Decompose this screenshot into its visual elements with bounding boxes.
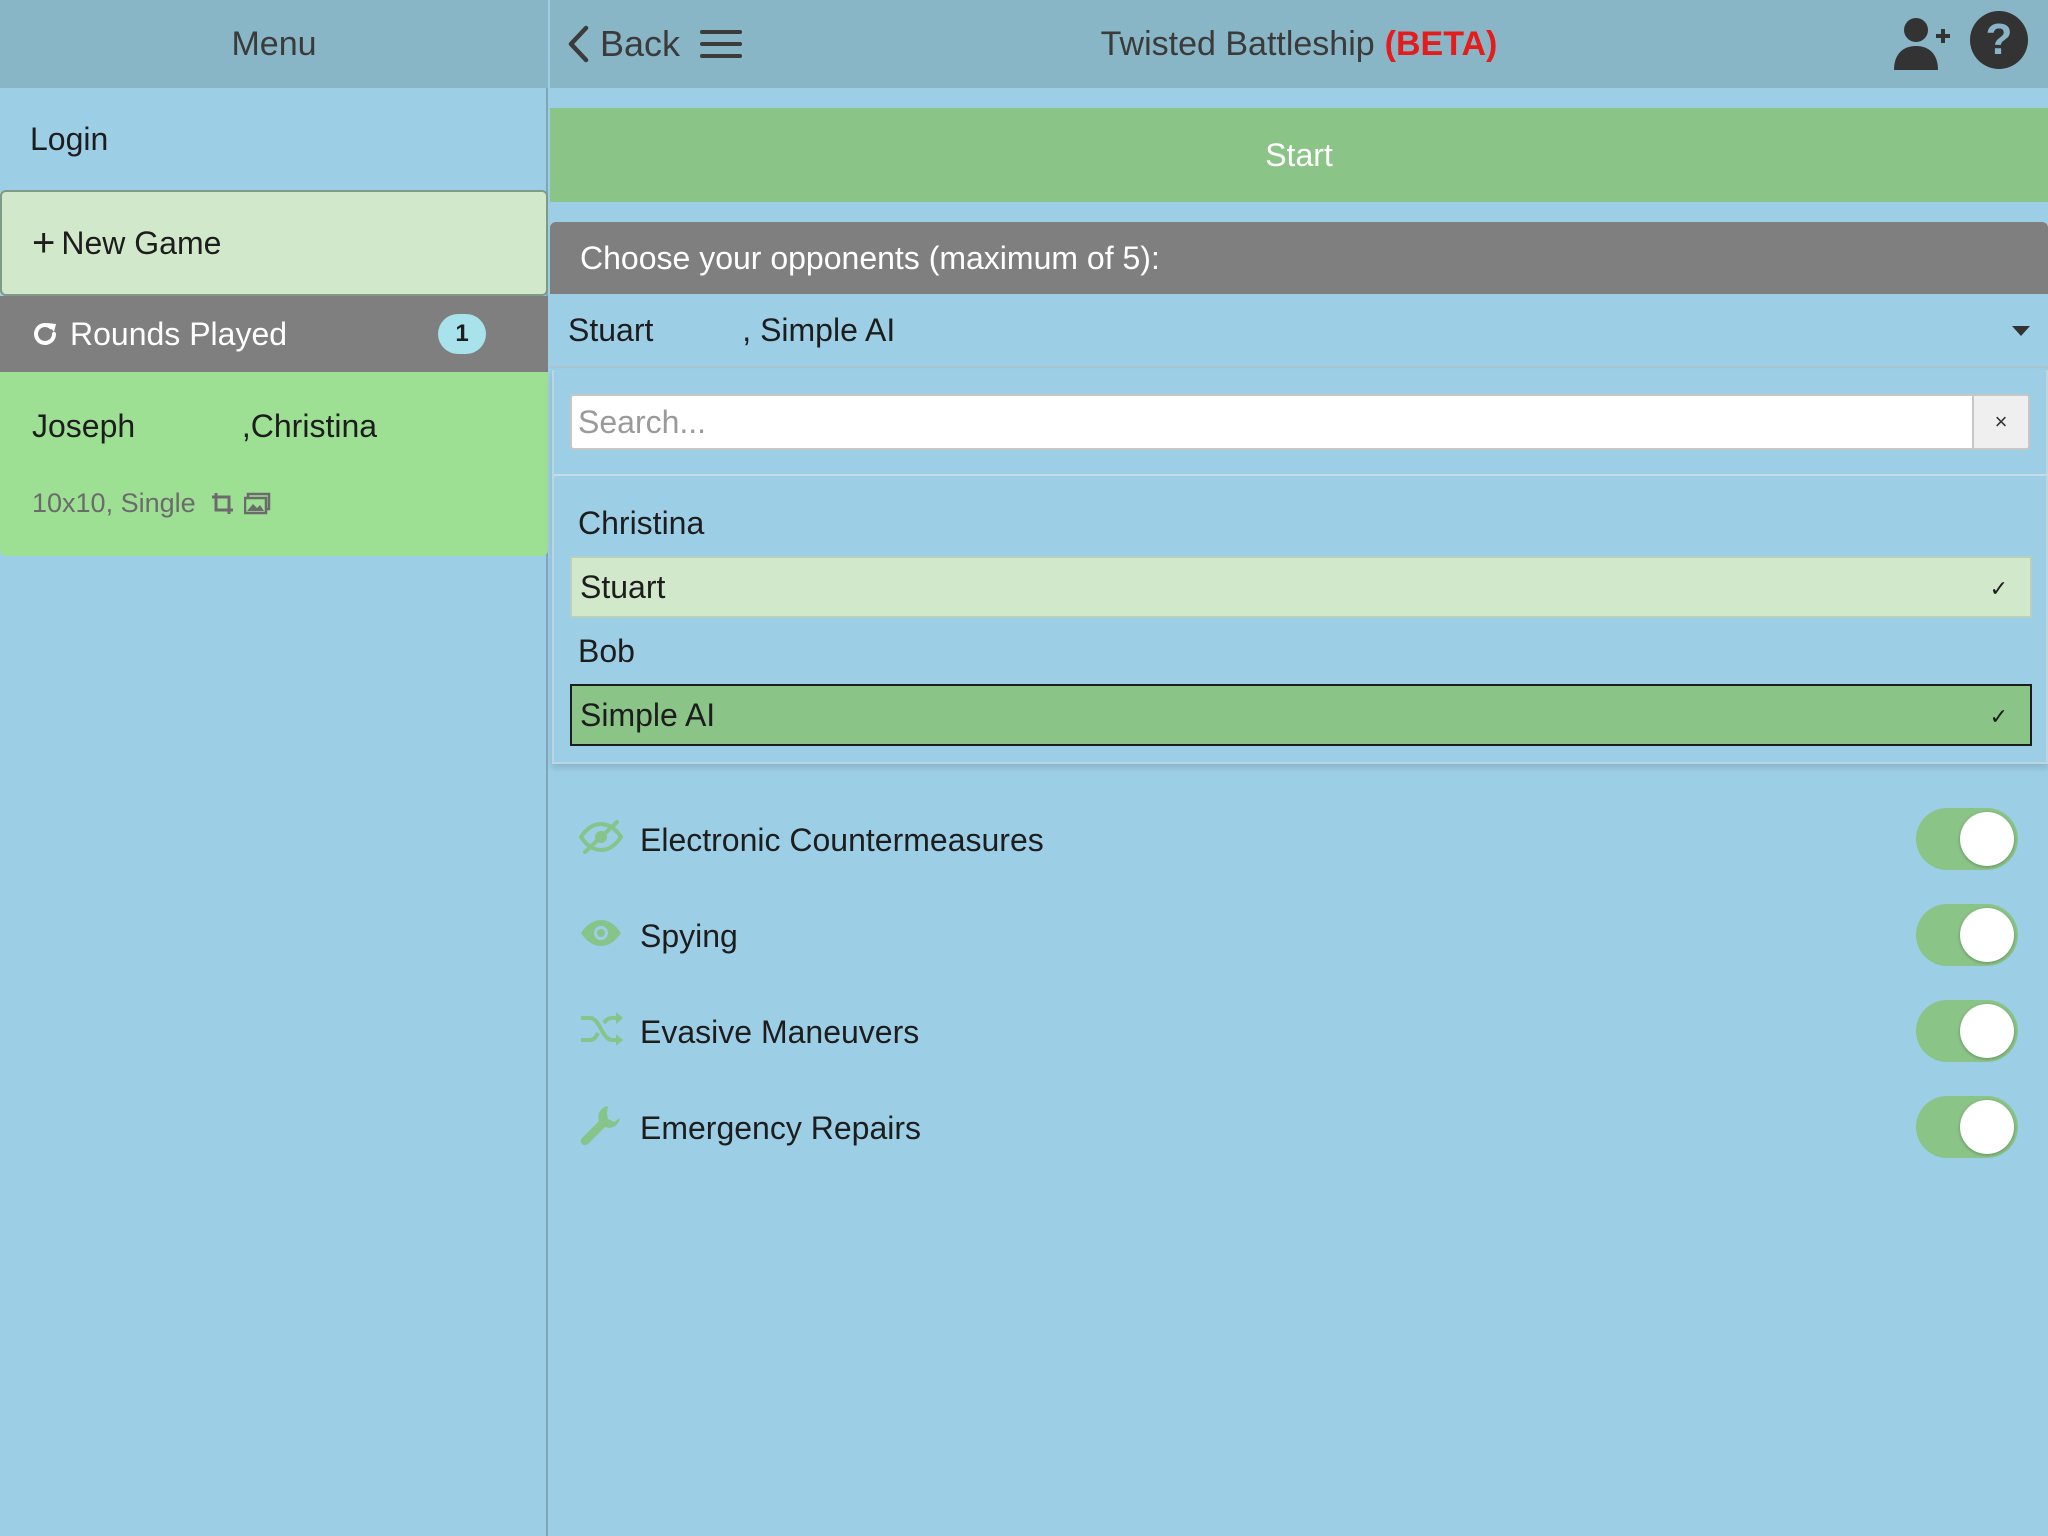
rounds-played-header: Rounds Played 1 bbox=[0, 296, 548, 372]
opponents-select[interactable]: Stuart , Simple AI bbox=[550, 294, 2048, 368]
rounds-played-label: Rounds Played bbox=[70, 315, 288, 352]
option-label: Christina bbox=[578, 504, 705, 541]
game-settings-text: 10x10, Single bbox=[32, 488, 196, 518]
crop-icon bbox=[211, 492, 233, 514]
opponents-dropdown: × Christina Stuart ✓ Bob Simple AI ✓ bbox=[552, 370, 2048, 764]
emergency-repairs-toggle[interactable] bbox=[1916, 1096, 2018, 1158]
feature-row-spying: Spying bbox=[550, 896, 2048, 976]
feature-label: Evasive Maneuvers bbox=[640, 1013, 920, 1050]
start-button[interactable]: Start bbox=[550, 108, 2048, 202]
login-link[interactable]: Login bbox=[0, 88, 548, 190]
option-bob[interactable]: Bob bbox=[570, 620, 2032, 682]
new-game-label: New Game bbox=[61, 224, 222, 261]
eye-slash-icon bbox=[578, 820, 624, 854]
back-label: Back bbox=[600, 23, 681, 64]
game-players: Joseph ,Christina bbox=[32, 408, 378, 444]
plus-icon: + bbox=[32, 221, 56, 265]
feature-row-repairs: Emergency Repairs bbox=[550, 1088, 2048, 1168]
beta-label: (BETA) bbox=[1384, 24, 1498, 63]
toggle-knob bbox=[1960, 908, 2014, 962]
opponents-selected-value: Stuart , Simple AI bbox=[568, 311, 896, 348]
option-simple-ai[interactable]: Simple AI ✓ bbox=[570, 684, 2032, 746]
refresh-icon bbox=[34, 323, 56, 345]
toggle-knob bbox=[1960, 1100, 2014, 1154]
checkmark-icon: ✓ bbox=[1989, 704, 2008, 729]
feature-label: Electronic Countermeasures bbox=[640, 821, 1044, 858]
search-input[interactable] bbox=[570, 394, 2030, 450]
shuffle-icon bbox=[581, 1012, 623, 1046]
option-label: Bob bbox=[578, 632, 635, 669]
divider bbox=[554, 474, 2048, 476]
app-title-text: Twisted Battleship bbox=[1100, 24, 1375, 63]
game-details: 10x10, Single bbox=[32, 488, 272, 519]
spying-toggle[interactable] bbox=[1916, 904, 2018, 966]
option-christina[interactable]: Christina bbox=[570, 492, 2032, 554]
feature-label: Emergency Repairs bbox=[640, 1109, 921, 1146]
add-user-icon[interactable] bbox=[1892, 12, 1952, 72]
side-menu: Menu Login + New Game Rounds Played 1 Jo… bbox=[0, 0, 548, 1536]
option-label: Stuart bbox=[580, 568, 666, 605]
feature-row-ecm: Electronic Countermeasures bbox=[550, 800, 2048, 880]
rounds-count-badge: 1 bbox=[438, 314, 486, 354]
evasive-maneuvers-toggle[interactable] bbox=[1916, 1000, 2018, 1062]
game-list-item[interactable]: Joseph ,Christina 10x10, Single bbox=[0, 372, 548, 556]
option-stuart[interactable]: Stuart ✓ bbox=[570, 556, 2032, 618]
option-label: Simple AI bbox=[580, 696, 716, 733]
help-icon[interactable]: ? bbox=[1970, 11, 2028, 69]
top-bar: Twisted Battleship (BETA) Back ? bbox=[550, 0, 2048, 88]
new-game-button[interactable]: + New Game bbox=[0, 190, 548, 296]
caret-down-icon bbox=[2012, 326, 2030, 336]
ecm-toggle[interactable] bbox=[1916, 808, 2018, 870]
checkmark-icon: ✓ bbox=[1989, 576, 2008, 601]
chevron-left-icon bbox=[568, 25, 589, 63]
wrench-icon bbox=[580, 1106, 620, 1146]
clear-search-button[interactable]: × bbox=[1972, 396, 2028, 448]
back-button[interactable]: Back bbox=[566, 0, 680, 88]
image-icon bbox=[243, 492, 270, 514]
toggle-knob bbox=[1960, 1004, 2014, 1058]
app-title: Twisted Battleship (BETA) bbox=[550, 0, 2048, 88]
feature-row-evasive: Evasive Maneuvers bbox=[550, 992, 2048, 1072]
menu-title: Menu bbox=[0, 0, 548, 88]
toggle-knob bbox=[1960, 812, 2014, 866]
hamburger-menu-icon[interactable] bbox=[700, 26, 744, 62]
feature-label: Spying bbox=[640, 917, 738, 954]
opponents-section-header: Choose your opponents (maximum of 5): bbox=[550, 222, 2048, 294]
eye-icon bbox=[581, 920, 621, 946]
